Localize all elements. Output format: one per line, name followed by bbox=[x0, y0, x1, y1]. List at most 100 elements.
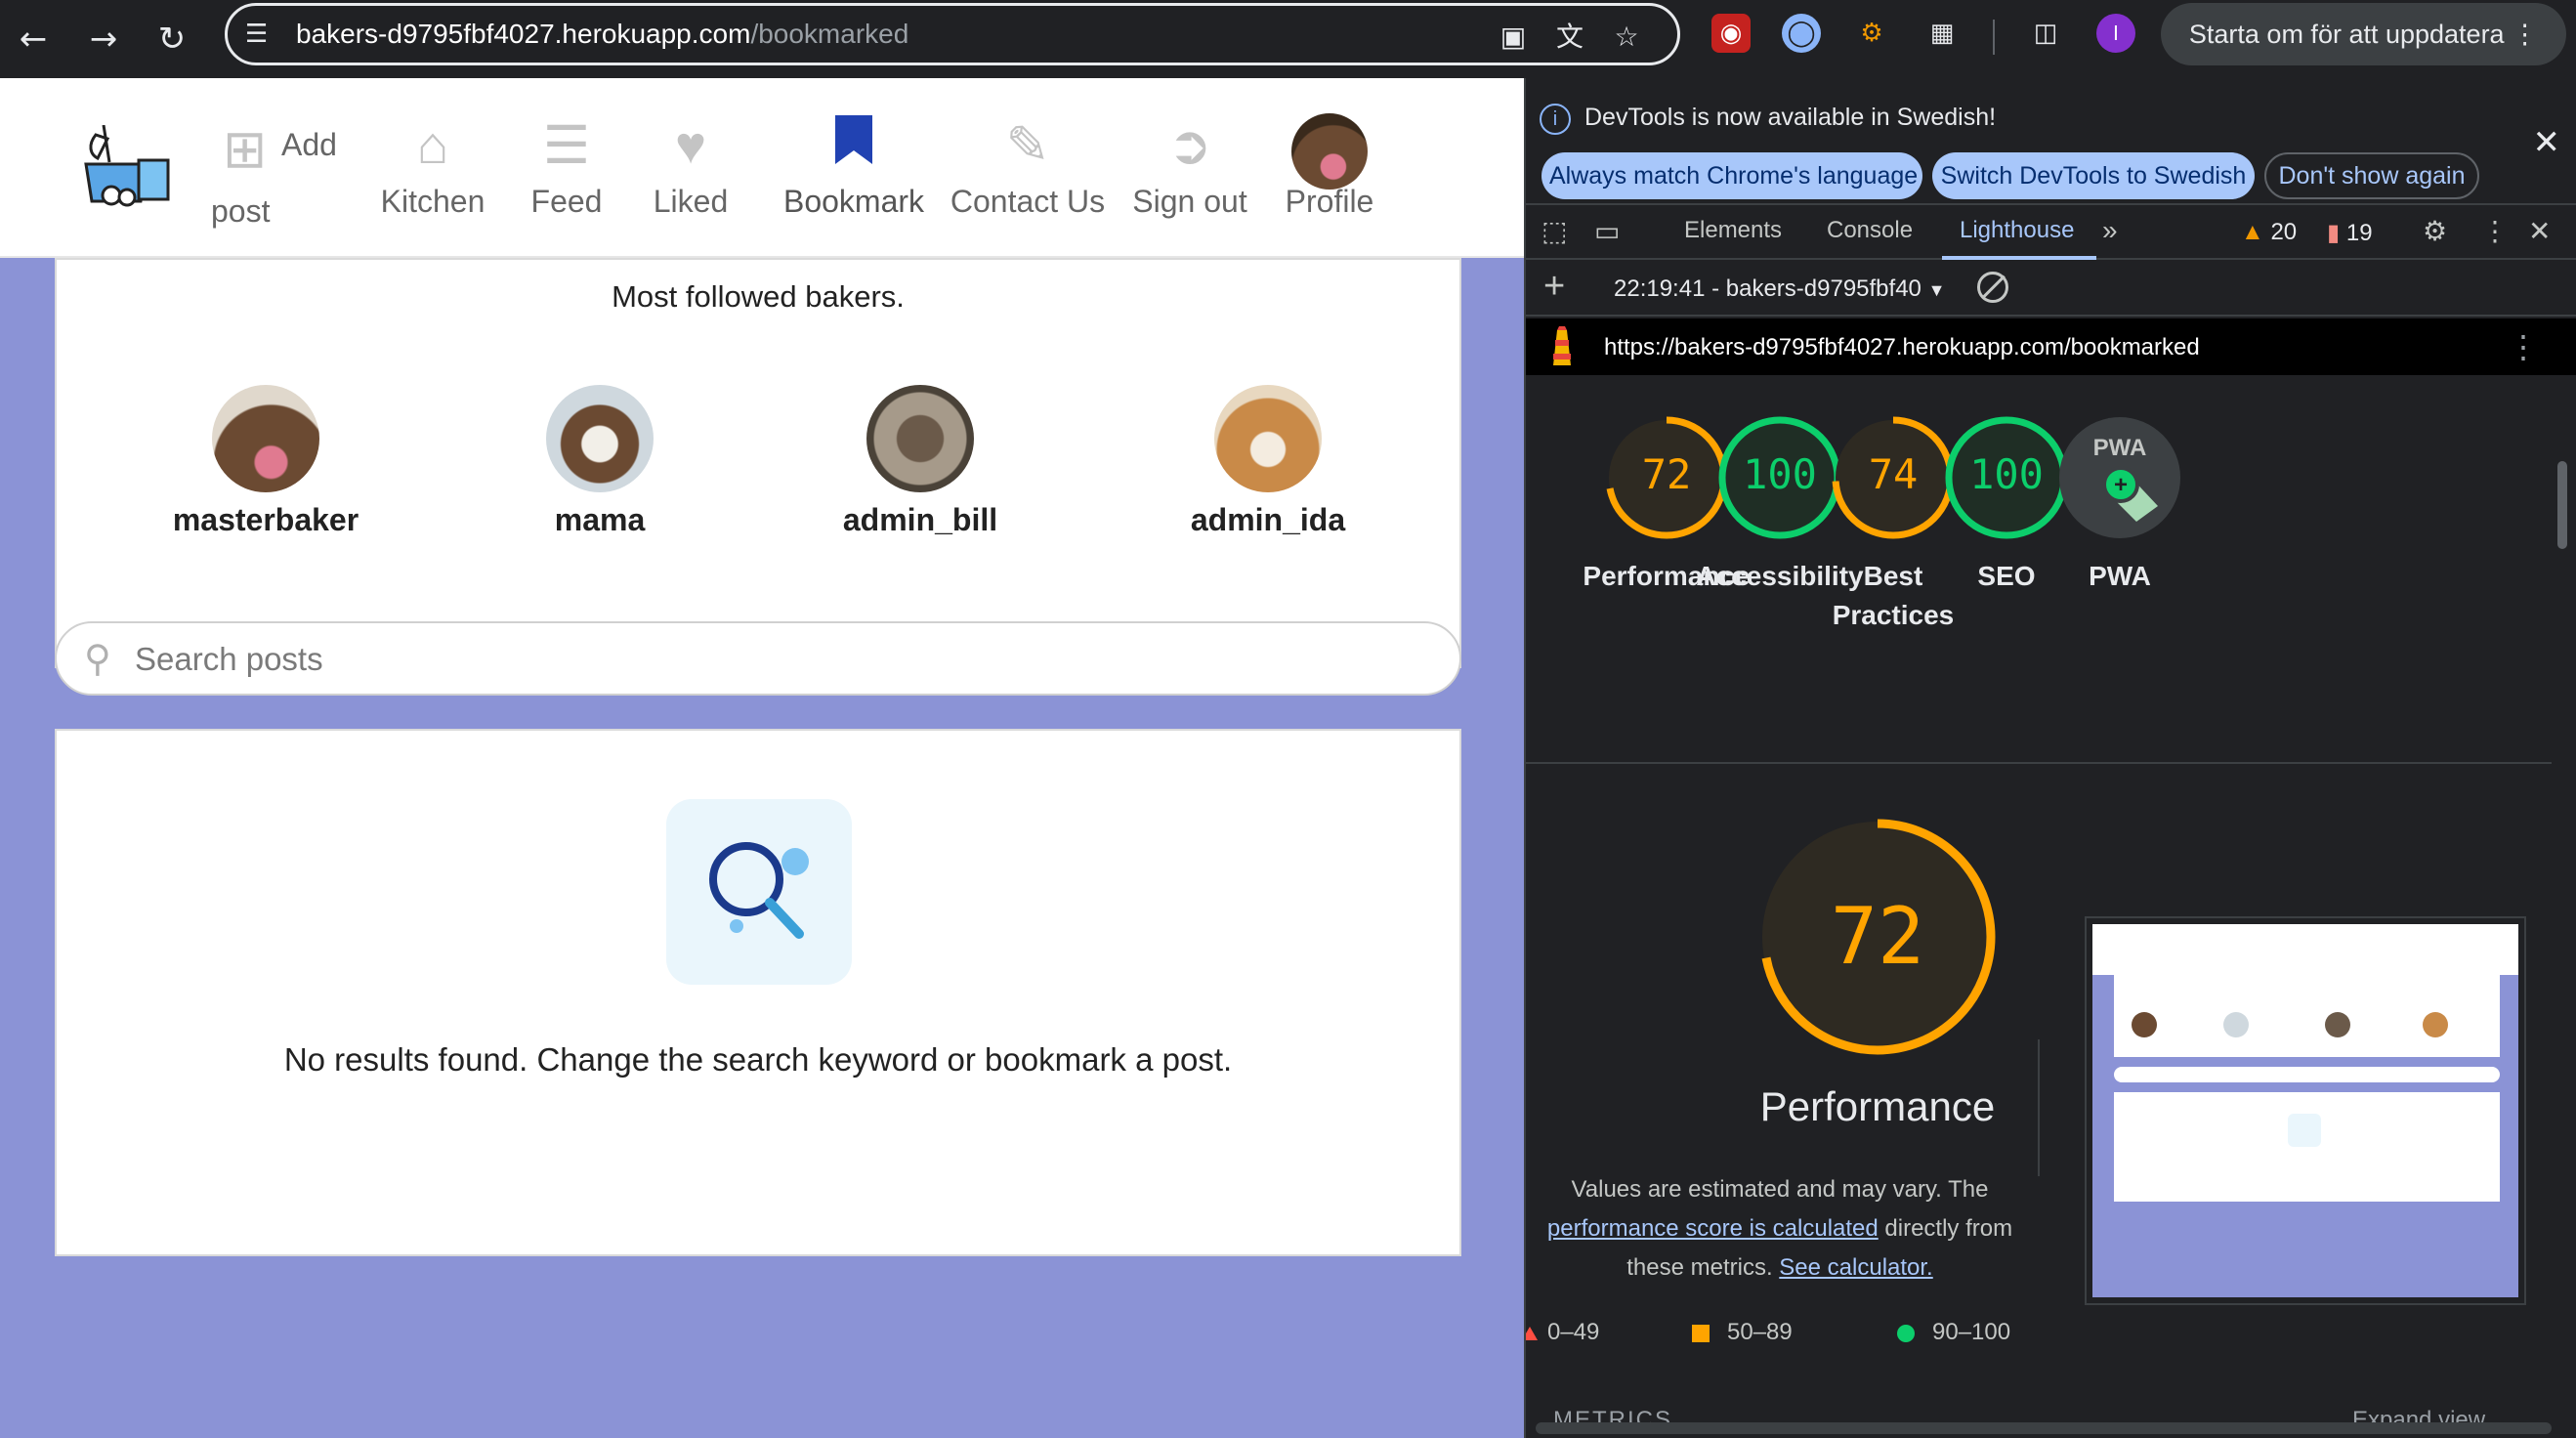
nav-bookmark[interactable]: Bookmark bbox=[776, 113, 932, 220]
errors-count: 19 bbox=[2345, 220, 2373, 246]
legend-fail-label: 0–49 bbox=[1547, 1319, 1600, 1345]
kebab-menu-icon[interactable]: ⋮ bbox=[2508, 328, 2539, 365]
devtools-panel: i DevTools is now available in Swedish! … bbox=[1524, 78, 2576, 1438]
puzzle-icon[interactable]: ▦ bbox=[1922, 14, 1962, 53]
update-button-label: Starta om för att uppdatera bbox=[2188, 20, 2505, 49]
nav-kitchen[interactable]: ⌂ Kitchen bbox=[369, 113, 496, 220]
lighthouse-url-bar: https://bakers-d9795fbf4027.herokuapp.co… bbox=[1526, 318, 2576, 375]
search-icon: ⚲ bbox=[84, 637, 111, 680]
tab-lighthouse[interactable]: Lighthouse bbox=[1960, 217, 2074, 244]
lighthouse-toolbar: + 22:19:41 - bakers-d9795fbf40 ▼ bbox=[1526, 262, 2576, 317]
baker-item[interactable]: mama bbox=[473, 385, 727, 538]
profile-icon[interactable]: I bbox=[2096, 14, 2135, 53]
search-input[interactable] bbox=[135, 637, 1405, 682]
nav-add-label: Add bbox=[281, 127, 337, 162]
gear-icon[interactable]: ⚙ bbox=[2423, 215, 2447, 247]
baker-name[interactable]: admin_ida bbox=[1141, 502, 1395, 538]
url-host: bakers-d9795fbf4027.herokuapp.com bbox=[296, 19, 751, 49]
reload-icon[interactable]: ↻ bbox=[145, 12, 199, 66]
baker-name[interactable]: mama bbox=[473, 502, 727, 538]
more-tabs-icon[interactable]: » bbox=[2102, 215, 2118, 246]
search-bar[interactable]: ⚲ bbox=[55, 621, 1461, 696]
baker-name[interactable]: admin_bill bbox=[793, 502, 1047, 538]
avatar[interactable] bbox=[212, 385, 319, 492]
device-toolbar-icon[interactable]: ▭ bbox=[1594, 215, 1620, 247]
dont-show-again-button[interactable]: Don't show again bbox=[2264, 152, 2479, 199]
nav-sign-out[interactable]: ➲ Sign out bbox=[1129, 113, 1250, 220]
nav-contact-us[interactable]: ✎ Contact Us bbox=[944, 113, 1112, 220]
tab-console[interactable]: Console bbox=[1827, 217, 1913, 244]
forward-arrow-icon[interactable]: → bbox=[76, 12, 131, 66]
nav-liked-label: Liked bbox=[653, 184, 729, 219]
avatar[interactable] bbox=[546, 385, 654, 492]
plus-square-icon: ⊞ bbox=[223, 120, 268, 179]
info-icon: i bbox=[1540, 104, 1571, 135]
switch-to-swedish-button[interactable]: Switch DevTools to Swedish bbox=[1932, 152, 2255, 199]
star-icon[interactable]: ☆ bbox=[1609, 20, 1644, 55]
baker-item[interactable]: masterbaker bbox=[139, 385, 393, 538]
nav-feed[interactable]: ☰ Feed bbox=[518, 113, 615, 220]
baker-item[interactable]: admin_bill bbox=[793, 385, 1047, 538]
kebab-menu-icon[interactable]: ⋮ bbox=[2481, 215, 2509, 247]
site-settings-icon[interactable]: ☰ bbox=[245, 20, 274, 49]
menu-kebab-icon: ⋮ bbox=[2512, 20, 2539, 49]
nav-bookmark-label: Bookmark bbox=[782, 184, 925, 219]
report-selector[interactable]: 22:19:41 - bakers-d9795fbf40 ▼ bbox=[1614, 275, 1945, 303]
tab-elements[interactable]: Elements bbox=[1684, 217, 1782, 244]
clear-icon[interactable] bbox=[1977, 272, 2008, 303]
bakers-title: Most followed bakers. bbox=[612, 279, 905, 314]
nav-profile-label: Profile bbox=[1285, 184, 1374, 219]
see-calculator-link[interactable]: See calculator. bbox=[1779, 1254, 1932, 1281]
warning-icon: ▲ bbox=[2241, 219, 2264, 245]
extension-icon[interactable]: ⚙ bbox=[1852, 14, 1891, 53]
browser-toolbar: ← → ↻ ☰ bakers-d9795fbf4027.herokuapp.co… bbox=[0, 0, 2576, 78]
lighthouse-icon bbox=[1553, 326, 1571, 365]
extension-icon[interactable]: ◉ bbox=[1711, 14, 1751, 53]
square-icon bbox=[1692, 1324, 1710, 1342]
always-match-language-button[interactable]: Always match Chrome's language bbox=[1541, 152, 1922, 199]
thumbnail-image bbox=[2092, 924, 2518, 1297]
close-icon[interactable]: ✕ bbox=[2533, 123, 2561, 162]
nav-feed-label: Feed bbox=[530, 184, 603, 219]
big-score-value: 72 bbox=[1831, 891, 1924, 982]
heart-icon: ♥ bbox=[674, 116, 707, 175]
final-screenshot-thumbnail[interactable] bbox=[2085, 916, 2526, 1305]
warnings-badge[interactable]: ▲ 20 bbox=[2241, 219, 2297, 246]
big-gauge-ring: 72 bbox=[1759, 819, 1996, 1055]
devtools-tabbar: ⬚ ▭ Elements Console Lighthouse » ▲ 20 ▮… bbox=[1526, 205, 2576, 260]
avatar bbox=[1276, 113, 1383, 190]
site-logo[interactable] bbox=[78, 125, 176, 213]
baker-item[interactable]: admin_ida bbox=[1141, 385, 1395, 538]
note-text: Values are estimated and may vary. The bbox=[1571, 1176, 1989, 1203]
report-url[interactable]: https://bakers-d9795fbf4027.herokuapp.co… bbox=[1604, 334, 2200, 361]
extension-icon[interactable]: ◯ bbox=[1782, 14, 1821, 53]
side-panel-icon[interactable]: ◫ bbox=[2026, 14, 2065, 53]
legend-fail: 0–49 bbox=[1526, 1319, 1600, 1346]
chevron-down-icon: ▼ bbox=[1927, 280, 1946, 300]
address-bar[interactable]: ☰ bakers-d9795fbf4027.herokuapp.com/book… bbox=[225, 3, 1680, 65]
empty-message: No results found. Change the search keyw… bbox=[283, 1041, 1233, 1078]
back-arrow-icon[interactable]: ← bbox=[6, 12, 61, 66]
horizontal-scrollbar[interactable] bbox=[1536, 1422, 2552, 1434]
lighthouse-report: 72 Performance 100 Accessibility 74 Best… bbox=[1526, 375, 2552, 1438]
avatar[interactable] bbox=[866, 385, 974, 492]
performance-score-link[interactable]: performance score is calculated bbox=[1547, 1215, 1879, 1242]
new-report-icon[interactable]: + bbox=[1543, 266, 1565, 308]
avatar[interactable] bbox=[1214, 385, 1322, 492]
nav-liked[interactable]: ♥ Liked bbox=[639, 113, 742, 220]
score-gauge-pwa[interactable]: PWA + PWA bbox=[2022, 414, 2217, 596]
update-button[interactable]: Starta om för att uppdatera ⋮ bbox=[2161, 3, 2566, 65]
nav-profile[interactable]: Profile bbox=[1276, 113, 1383, 220]
nav-contact-label: Contact Us bbox=[950, 184, 1106, 219]
close-devtools-icon[interactable]: ✕ bbox=[2528, 215, 2551, 247]
svg-text:+: + bbox=[2114, 472, 2128, 498]
url-text[interactable]: bakers-d9795fbf4027.herokuapp.com/bookma… bbox=[296, 19, 908, 50]
inspect-element-icon[interactable]: ⬚ bbox=[1541, 215, 1567, 247]
translate-icon[interactable]: 文 bbox=[1552, 20, 1587, 55]
errors-badge[interactable]: ▮ 19 bbox=[2327, 219, 2373, 247]
triangle-icon bbox=[1526, 1326, 1538, 1340]
install-app-icon[interactable]: ▣ bbox=[1496, 20, 1531, 55]
warnings-count: 20 bbox=[2270, 219, 2298, 245]
baker-name[interactable]: masterbaker bbox=[139, 502, 393, 538]
vertical-scrollbar[interactable] bbox=[2554, 381, 2571, 1358]
